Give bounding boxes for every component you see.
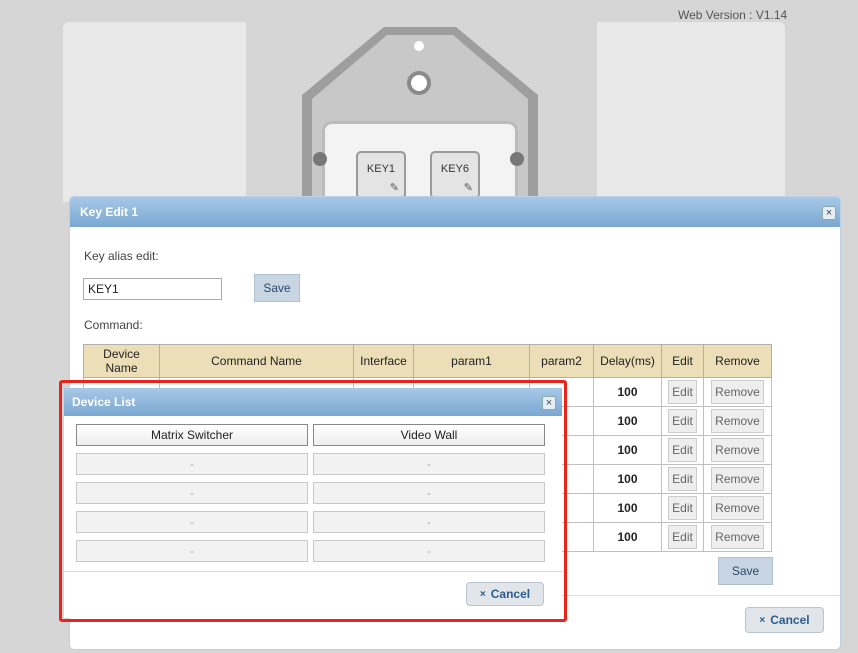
edit-icon[interactable]: ✎ bbox=[464, 181, 473, 194]
cancel-button[interactable]: × Cancel bbox=[745, 607, 824, 633]
remove-row-button[interactable]: Remove bbox=[711, 438, 764, 462]
remove-row-button[interactable]: Remove bbox=[711, 467, 764, 491]
version-label: Web Version : V1.14 bbox=[678, 8, 788, 22]
remove-cell: Remove bbox=[703, 406, 772, 436]
column-header: param2 bbox=[529, 344, 594, 378]
column-header: Delay(ms) bbox=[593, 344, 662, 378]
remove-cell: Remove bbox=[703, 522, 772, 552]
key-edit-dialog-header: Key Edit 1 bbox=[70, 197, 840, 227]
key-alias-input[interactable] bbox=[83, 278, 222, 300]
column-header: Command Name bbox=[159, 344, 354, 378]
delay-cell: 100 bbox=[593, 377, 662, 407]
plate-key-label: KEY6 bbox=[440, 163, 470, 175]
alias-label: Key alias edit: bbox=[84, 249, 159, 263]
edit-cell: Edit bbox=[661, 406, 704, 436]
background-panel-left bbox=[63, 22, 246, 202]
screw-right-icon bbox=[510, 152, 524, 166]
delay-cell: 100 bbox=[593, 435, 662, 465]
screw-left-icon bbox=[313, 152, 327, 166]
column-header: Device Name bbox=[83, 344, 160, 378]
remove-row-button[interactable]: Remove bbox=[711, 380, 764, 404]
plate-key-1[interactable]: KEY1 ✎ bbox=[356, 151, 406, 199]
column-header: Edit bbox=[661, 344, 704, 378]
highlight-frame bbox=[59, 380, 567, 622]
cancel-label: Cancel bbox=[770, 613, 810, 627]
remove-cell: Remove bbox=[703, 464, 772, 494]
dialog-title: Key Edit 1 bbox=[80, 205, 139, 219]
save-commands-button[interactable]: Save bbox=[718, 557, 773, 585]
remove-cell: Remove bbox=[703, 493, 772, 523]
remove-row-button[interactable]: Remove bbox=[711, 496, 764, 520]
edit-row-button[interactable]: Edit bbox=[668, 409, 697, 433]
delay-cell: 100 bbox=[593, 493, 662, 523]
edit-cell: Edit bbox=[661, 377, 704, 407]
column-header: param1 bbox=[413, 344, 530, 378]
plate-hole-small bbox=[414, 41, 424, 51]
column-header: Interface bbox=[353, 344, 414, 378]
plate-key-6[interactable]: KEY6 ✎ bbox=[430, 151, 480, 199]
close-icon: × bbox=[759, 614, 766, 626]
edit-icon[interactable]: ✎ bbox=[390, 181, 399, 194]
remove-cell: Remove bbox=[703, 435, 772, 465]
table-header-row: Device Name Command Name Interface param… bbox=[83, 344, 772, 378]
plate-hole-large bbox=[407, 71, 431, 95]
edit-row-button[interactable]: Edit bbox=[668, 438, 697, 462]
edit-row-button[interactable]: Edit bbox=[668, 496, 697, 520]
plate-key-label: KEY1 bbox=[366, 163, 396, 175]
background-panel-right bbox=[597, 22, 785, 202]
edit-cell: Edit bbox=[661, 522, 704, 552]
edit-cell: Edit bbox=[661, 435, 704, 465]
remove-row-button[interactable]: Remove bbox=[711, 525, 764, 549]
delay-cell: 100 bbox=[593, 406, 662, 436]
save-alias-button[interactable]: Save bbox=[254, 274, 300, 302]
close-icon[interactable]: × bbox=[822, 206, 836, 220]
remove-cell: Remove bbox=[703, 377, 772, 407]
edit-row-button[interactable]: Edit bbox=[668, 467, 697, 491]
remove-row-button[interactable]: Remove bbox=[711, 409, 764, 433]
edit-cell: Edit bbox=[661, 464, 704, 494]
delay-cell: 100 bbox=[593, 522, 662, 552]
edit-row-button[interactable]: Edit bbox=[668, 380, 697, 404]
delay-cell: 100 bbox=[593, 464, 662, 494]
keypad-plate-image: KEY1 ✎ KEY6 ✎ bbox=[300, 25, 540, 211]
edit-cell: Edit bbox=[661, 493, 704, 523]
edit-row-button[interactable]: Edit bbox=[668, 525, 697, 549]
column-header: Remove bbox=[703, 344, 772, 378]
command-label: Command: bbox=[84, 318, 143, 332]
